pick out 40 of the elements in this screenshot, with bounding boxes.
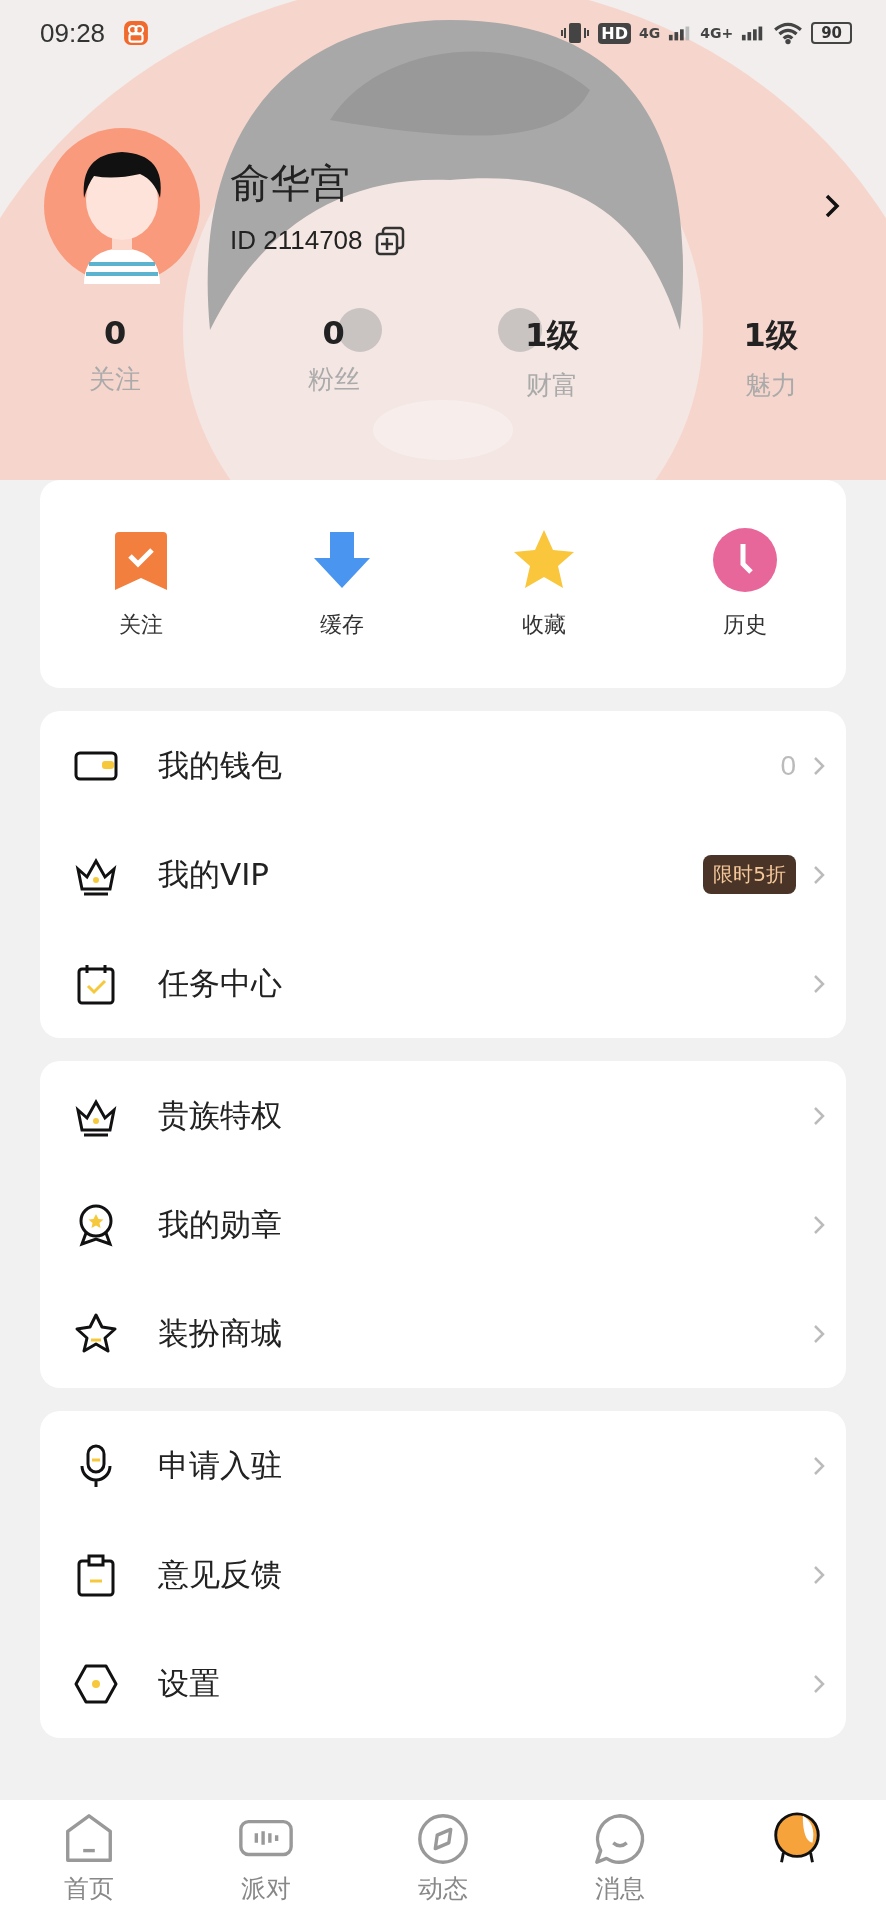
stat-value: 1级 — [743, 315, 798, 356]
stat-label: 魅力 — [744, 369, 797, 402]
tab-button[interactable]: 动态 — [354, 1800, 532, 1920]
network-label: 4G+ — [700, 25, 734, 41]
menu-label[interactable]: 意见反馈 — [158, 1553, 282, 1596]
app-notification-icon — [123, 20, 150, 46]
shortcut-label: 收藏 — [521, 611, 566, 639]
tab-button[interactable]: 首页 — [0, 1800, 178, 1920]
menu-label[interactable]: 任务中心 — [158, 962, 282, 1005]
wifi-icon — [773, 21, 804, 45]
stat-value: 0 — [104, 314, 127, 352]
tab-button[interactable]: 派对 — [177, 1800, 355, 1920]
copy-icon[interactable] — [374, 225, 405, 256]
menu-label[interactable]: 申请入驻 — [158, 1444, 282, 1487]
user-name: 俞华宫 — [230, 159, 351, 208]
menu-label[interactable]: 我的VIP — [158, 853, 270, 896]
discount-tag: 限时5折 — [703, 855, 796, 894]
shortcut-label: 关注 — [118, 611, 163, 639]
chevron-right-icon[interactable] — [824, 193, 840, 219]
stat-value: 0 — [322, 314, 345, 352]
stat-value: 1级 — [525, 315, 580, 356]
stat-label: 关注 — [89, 363, 142, 396]
menu-label[interactable]: 设置 — [158, 1662, 220, 1705]
menu-label[interactable]: 装扮商城 — [158, 1312, 282, 1355]
stat-label: 财富 — [526, 369, 579, 402]
shortcut-label: 历史 — [723, 611, 768, 639]
tab-button[interactable]: 消息 — [531, 1800, 709, 1920]
clock-icon[interactable] — [713, 528, 778, 592]
battery-indicator: 90 — [811, 22, 852, 44]
status-time: 09:28 — [40, 17, 106, 49]
vibrate-icon — [560, 21, 591, 45]
stat-label: 粉丝 — [307, 363, 360, 396]
menu-label[interactable]: 我的勋章 — [158, 1203, 282, 1246]
menu-label[interactable]: 我的钱包 — [158, 744, 282, 787]
shortcut-label: 缓存 — [320, 611, 365, 639]
hd-indicator: HD — [598, 22, 631, 44]
menu-label[interactable]: 贵族特权 — [158, 1094, 282, 1137]
menu-value: 0 — [780, 749, 796, 782]
network-label: 4G — [638, 25, 661, 41]
user-id: ID 2114708 — [230, 225, 363, 256]
